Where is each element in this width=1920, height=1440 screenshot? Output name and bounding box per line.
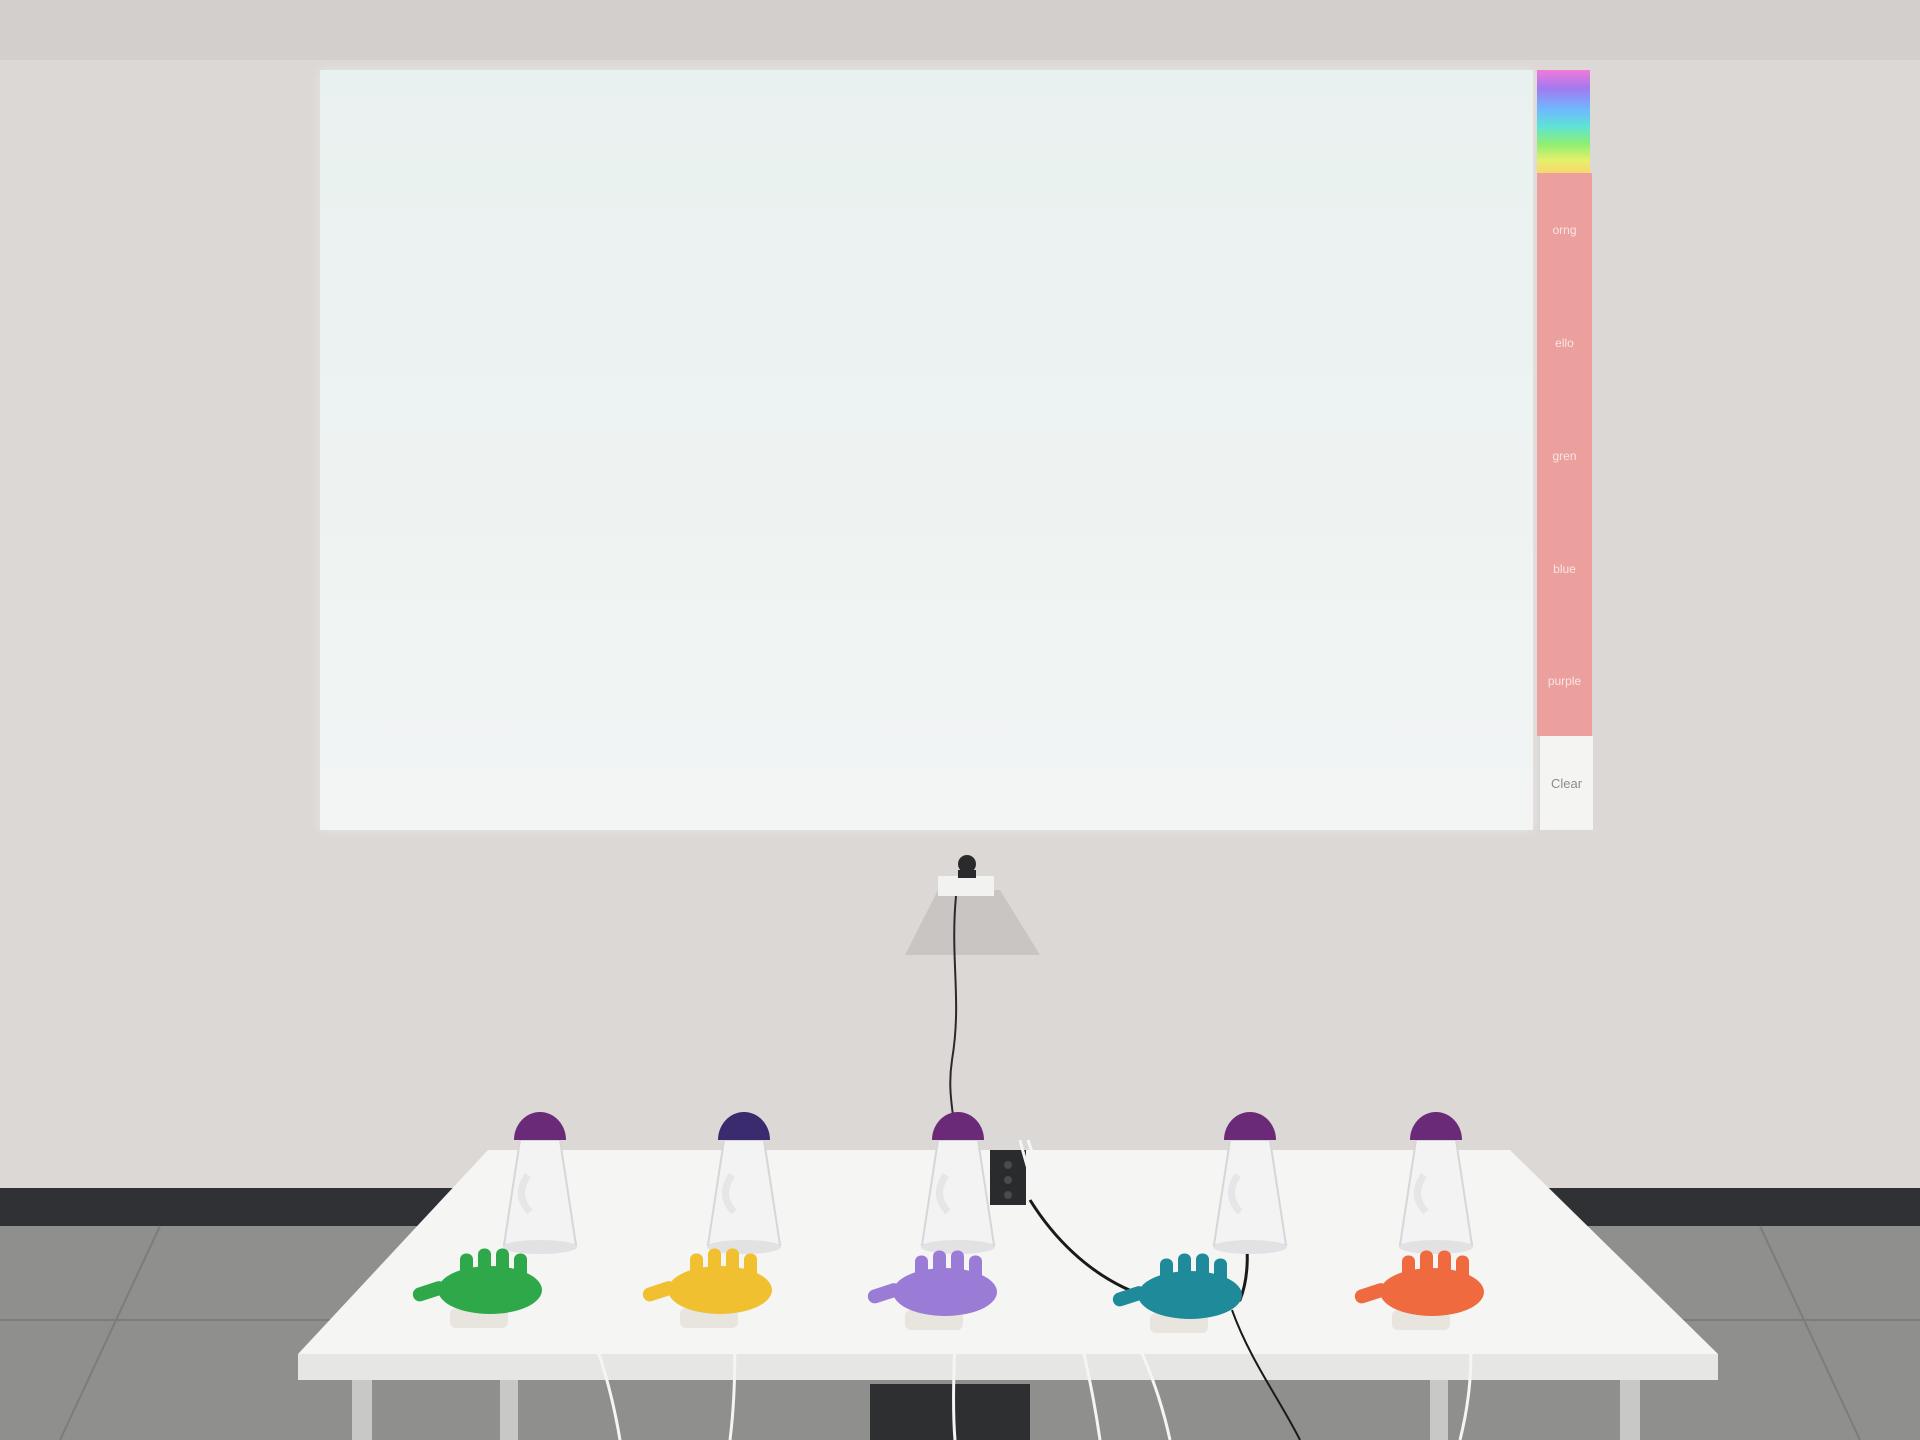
color-button-orange[interactable]: orng	[1537, 173, 1592, 286]
glove-finger	[1402, 1255, 1415, 1290]
table-edge	[298, 1354, 1718, 1380]
glove-finger	[1160, 1258, 1173, 1293]
glove-finger	[915, 1255, 928, 1290]
table-leg	[1620, 1374, 1640, 1440]
glove-finger	[690, 1253, 703, 1288]
glove-finger	[1420, 1250, 1433, 1285]
drawing-canvas[interactable]	[320, 70, 1533, 830]
glove-finger	[1178, 1253, 1191, 1288]
color-button-yellow[interactable]: ello	[1537, 286, 1592, 399]
outlet	[1004, 1161, 1012, 1169]
table-leg	[500, 1374, 518, 1440]
table-leg	[352, 1374, 372, 1440]
megaphone-bell	[503, 1240, 577, 1254]
color-button-blue[interactable]: blue	[1537, 512, 1592, 625]
glove-finger	[726, 1248, 739, 1283]
glove-finger	[478, 1248, 491, 1283]
glove-finger	[514, 1253, 527, 1288]
glove-finger	[969, 1255, 982, 1290]
wall-shade-top	[0, 0, 1920, 60]
glove-finger	[460, 1253, 473, 1288]
color-button-green[interactable]: gren	[1537, 399, 1592, 512]
clear-button[interactable]: Clear	[1539, 736, 1593, 830]
outlet	[1004, 1191, 1012, 1199]
projected-drawing-app: orng ello gren blue purple Clear	[320, 70, 1594, 830]
table-leg	[1430, 1374, 1448, 1440]
glove-finger	[951, 1250, 964, 1285]
color-spectrum-swatch[interactable]	[1537, 70, 1590, 173]
webcam-shelf	[938, 876, 994, 896]
palette-sidebar: orng ello gren blue purple Clear	[1533, 70, 1594, 830]
megaphone-bell	[1399, 1240, 1473, 1254]
keyboard-under-table	[870, 1384, 1030, 1440]
color-button-purple[interactable]: purple	[1537, 625, 1592, 736]
glove-finger	[1214, 1258, 1227, 1293]
glove-finger	[496, 1248, 509, 1283]
glove-finger	[744, 1253, 757, 1288]
glove-finger	[708, 1248, 721, 1283]
webcam-base	[958, 870, 976, 878]
glove-finger	[1456, 1255, 1469, 1290]
megaphone-bell	[1213, 1240, 1287, 1254]
glove-finger	[1196, 1253, 1209, 1288]
glove-finger	[1438, 1250, 1451, 1285]
glove-finger	[933, 1250, 946, 1285]
outlet	[1004, 1176, 1012, 1184]
